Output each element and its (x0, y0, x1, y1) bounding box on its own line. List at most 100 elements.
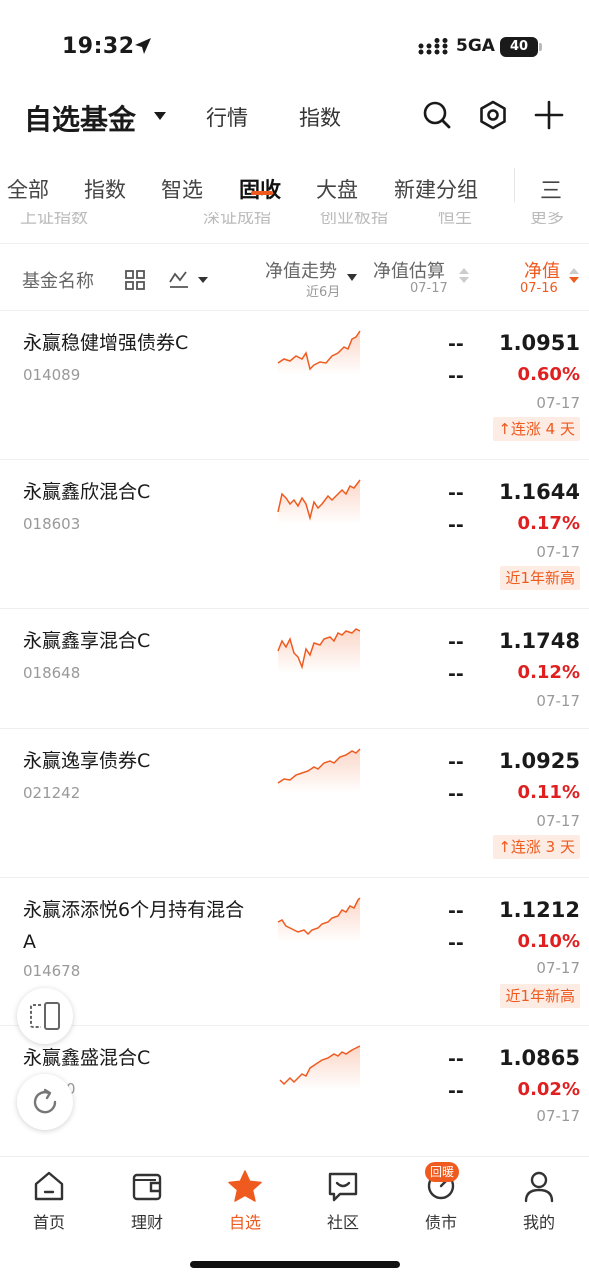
network-type: 5GA (456, 36, 495, 56)
fund-code: 014678 (23, 962, 81, 980)
title-dropdown-caret-icon[interactable] (154, 112, 166, 120)
new-high-badge: 近1年新高 (500, 984, 580, 1008)
fund-code: 018603 (23, 515, 81, 533)
wallet-icon (132, 1173, 162, 1201)
estimated-change: -- (448, 365, 464, 387)
estimate-sort-up-icon[interactable] (459, 268, 469, 274)
estimated-nav: -- (448, 482, 464, 504)
fund-code: 021242 (23, 784, 81, 802)
fund-row[interactable]: 永赢鑫盛混合C 0 -- -- 1.0865 0.02% 07-17 (0, 1026, 589, 1146)
header-trend[interactable]: 净值走势 (265, 257, 337, 283)
fund-name: 永赢鑫欣混合C (23, 481, 151, 503)
estimate-sort-down-icon[interactable] (459, 277, 469, 283)
index-strip-item[interactable]: 上证指数 (20, 212, 88, 224)
nav-date: 07-17 (536, 394, 580, 412)
nav-change: 0.02% (517, 1079, 580, 1100)
index-strip-item[interactable]: 创业板指 (320, 212, 388, 224)
trend-sort-caret-icon[interactable] (347, 274, 357, 281)
nav-date: 07-17 (536, 692, 580, 710)
top-navigation: 自选基金 行情 指数 (0, 92, 589, 140)
header-estimate[interactable]: 净值估算 (373, 257, 445, 283)
user-icon (524, 1171, 554, 1203)
fund-row[interactable]: 永赢稳健增强债券C 014089 -- -- 1.0951 0.60% 07-1… (0, 311, 589, 460)
fund-row[interactable]: 永赢鑫欣混合C 018603 -- -- 1.1644 0.17% 07-17 … (0, 460, 589, 609)
fund-code: 018648 (23, 664, 81, 682)
fund-code: 014089 (23, 366, 81, 384)
nav-trend-sparkline (277, 748, 361, 793)
new-high-badge: 近1年新高 (500, 566, 580, 590)
search-icon[interactable] (422, 100, 452, 130)
nav-change: 0.11% (517, 782, 580, 803)
nav-sort-down-icon[interactable] (569, 277, 579, 283)
bond-market-badge: 回暖 (425, 1162, 460, 1182)
refresh-button[interactable] (17, 1074, 73, 1130)
fund-row[interactable]: 永赢添添悦6个月持有混合A 014678 -- -- 1.1212 0.10% … (0, 878, 589, 1026)
nav-change: 0.10% (517, 931, 580, 952)
nav-value: 1.0951 (498, 331, 580, 355)
fund-name: 永赢稳健增强债券C (23, 332, 189, 354)
estimated-change: -- (448, 783, 464, 805)
fund-name: 永赢添添悦6个月持有混合A (23, 899, 245, 953)
refresh-icon (33, 1088, 57, 1114)
nav-change: 0.60% (517, 364, 580, 385)
bottom-nav-profile[interactable]: 我的 (504, 1169, 574, 1233)
page-title[interactable]: 自选基金 (24, 98, 136, 138)
add-icon[interactable] (534, 100, 564, 130)
battery-cap (539, 43, 542, 51)
estimated-change: -- (448, 663, 464, 685)
settings-icon[interactable] (478, 100, 508, 130)
star-icon (228, 1170, 262, 1202)
tab-all[interactable]: 全部 (7, 174, 49, 204)
nav-value: 1.0865 (498, 1046, 580, 1070)
layout-switch-button[interactable] (17, 988, 73, 1044)
nav-value: 1.1748 (498, 629, 580, 653)
index-strip: 上证指数 深证成指 创业板指 恒生 更多 (0, 212, 589, 224)
signal-icon (418, 38, 448, 55)
header-nav[interactable]: 净值 (524, 257, 560, 283)
estimated-change: -- (448, 514, 464, 536)
index-strip-item[interactable]: 更多 (530, 212, 564, 224)
status-bar: 19:32 5GA 40 (0, 0, 589, 96)
estimated-nav: -- (448, 900, 464, 922)
nav-value: 1.0925 (498, 749, 580, 773)
streak-badge: ↑连涨 4 天 (493, 417, 580, 441)
nav-date: 07-17 (536, 812, 580, 830)
tab-smart[interactable]: 智选 (161, 174, 203, 204)
bottom-nav-community[interactable]: 社区 (308, 1169, 378, 1233)
nav-value: 1.1212 (498, 898, 580, 922)
nav-trend-sparkline (277, 479, 361, 524)
tab-fixed-income[interactable]: 固收 (239, 174, 281, 204)
estimated-nav: -- (448, 333, 464, 355)
tab-new-group[interactable]: 新建分组 (394, 174, 478, 204)
estimated-nav: -- (448, 1048, 464, 1070)
nav-link-market[interactable]: 行情 (206, 102, 248, 132)
index-strip-item[interactable]: 恒生 (438, 212, 472, 224)
up-arrow-icon: ↑ (498, 420, 511, 438)
chart-toggle-icon[interactable] (168, 268, 212, 290)
grid-view-icon[interactable] (124, 269, 146, 291)
tab-index[interactable]: 指数 (84, 174, 126, 204)
nav-trend-sparkline (277, 897, 361, 942)
tab-more-menu-icon[interactable]: 三 (540, 173, 562, 205)
nav-value: 1.1644 (498, 480, 580, 504)
fund-row[interactable]: 永赢逸享债券C 021242 -- -- 1.0925 0.11% 07-17 … (0, 729, 589, 878)
fund-name: 永赢鑫盛混合C (23, 1047, 151, 1069)
tab-large-cap[interactable]: 大盘 (316, 174, 358, 204)
chat-icon (328, 1172, 358, 1202)
header-trend-period: 近6月 (306, 285, 341, 300)
nav-change: 0.17% (517, 513, 580, 534)
nav-trend-sparkline (277, 628, 361, 673)
group-tabs: 全部 指数 智选 固收 大盘 新建分组 (0, 164, 589, 212)
fund-row[interactable]: 永赢鑫享混合C 018648 -- -- 1.1748 0.12% 07-17 (0, 609, 589, 729)
index-strip-item[interactable]: 深证成指 (203, 212, 271, 224)
header-estimate-date: 07-17 (410, 281, 448, 296)
header-nav-date: 07-16 (520, 281, 558, 296)
bottom-nav-wealth[interactable]: 理财 (112, 1169, 182, 1233)
nav-sort-up-icon[interactable] (569, 268, 579, 274)
home-indicator[interactable] (190, 1261, 400, 1268)
fund-name: 永赢鑫享混合C (23, 630, 151, 652)
nav-link-index[interactable]: 指数 (299, 102, 341, 132)
bottom-nav-home[interactable]: 首页 (14, 1169, 84, 1233)
bottom-nav-watchlist[interactable]: 自选 (210, 1169, 280, 1233)
up-arrow-icon: ↑ (498, 838, 511, 856)
